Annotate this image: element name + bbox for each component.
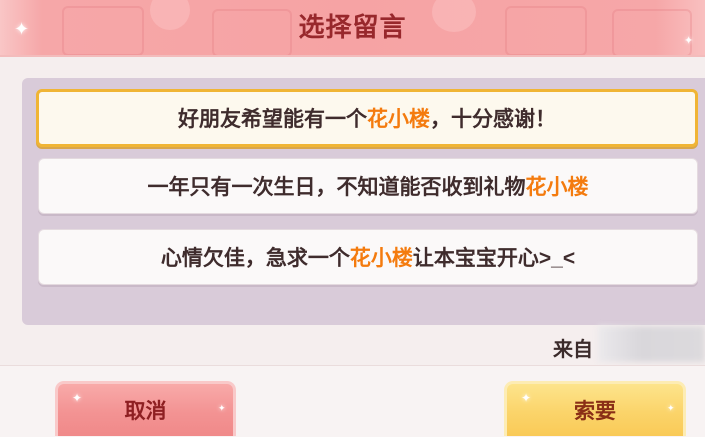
message-option-1[interactable]: 好朋友希望能有一个 花小楼 ，十分感谢！ — [36, 89, 698, 147]
request-button[interactable]: ✦ ✦ 索要 — [504, 381, 686, 436]
from-label: 来自 — [553, 339, 593, 361]
option-gift-name: 花小楼 — [367, 108, 430, 131]
cancel-button[interactable]: ✦ ✦ 取消 — [55, 381, 236, 436]
option-text: 一年只有一次生日，不知道能否收到礼物 — [147, 176, 526, 199]
sparkle-icon: ✦ — [521, 391, 532, 405]
option-text: 好朋友希望能有一个 — [178, 108, 367, 131]
request-button-label: 索要 — [574, 400, 616, 423]
sender-name-redacted — [598, 326, 705, 362]
option-text: 让本宝宝开心>_< — [412, 247, 576, 270]
sparkle-icon: ✦ — [218, 403, 226, 413]
dialog-header: ✦ ✦ 选择留言 — [0, 0, 705, 57]
option-text: 心情欠佳，急求一个 — [160, 247, 350, 270]
option-gift-name: 花小楼 — [525, 176, 589, 199]
cancel-button-label: 取消 — [124, 400, 167, 423]
option-text: ，十分感谢！ — [430, 108, 556, 131]
sparkle-icon: ✦ — [667, 403, 675, 413]
message-option-2[interactable]: 一年只有一次生日，不知道能否收到礼物 花小楼 — [38, 158, 698, 214]
sparkle-icon: ✦ — [72, 391, 83, 405]
message-option-3[interactable]: 心情欠佳，急求一个 花小楼 让本宝宝开心>_< — [38, 229, 698, 285]
option-gift-name: 花小楼 — [349, 247, 413, 270]
dialog-title: 选择留言 — [298, 12, 407, 42]
